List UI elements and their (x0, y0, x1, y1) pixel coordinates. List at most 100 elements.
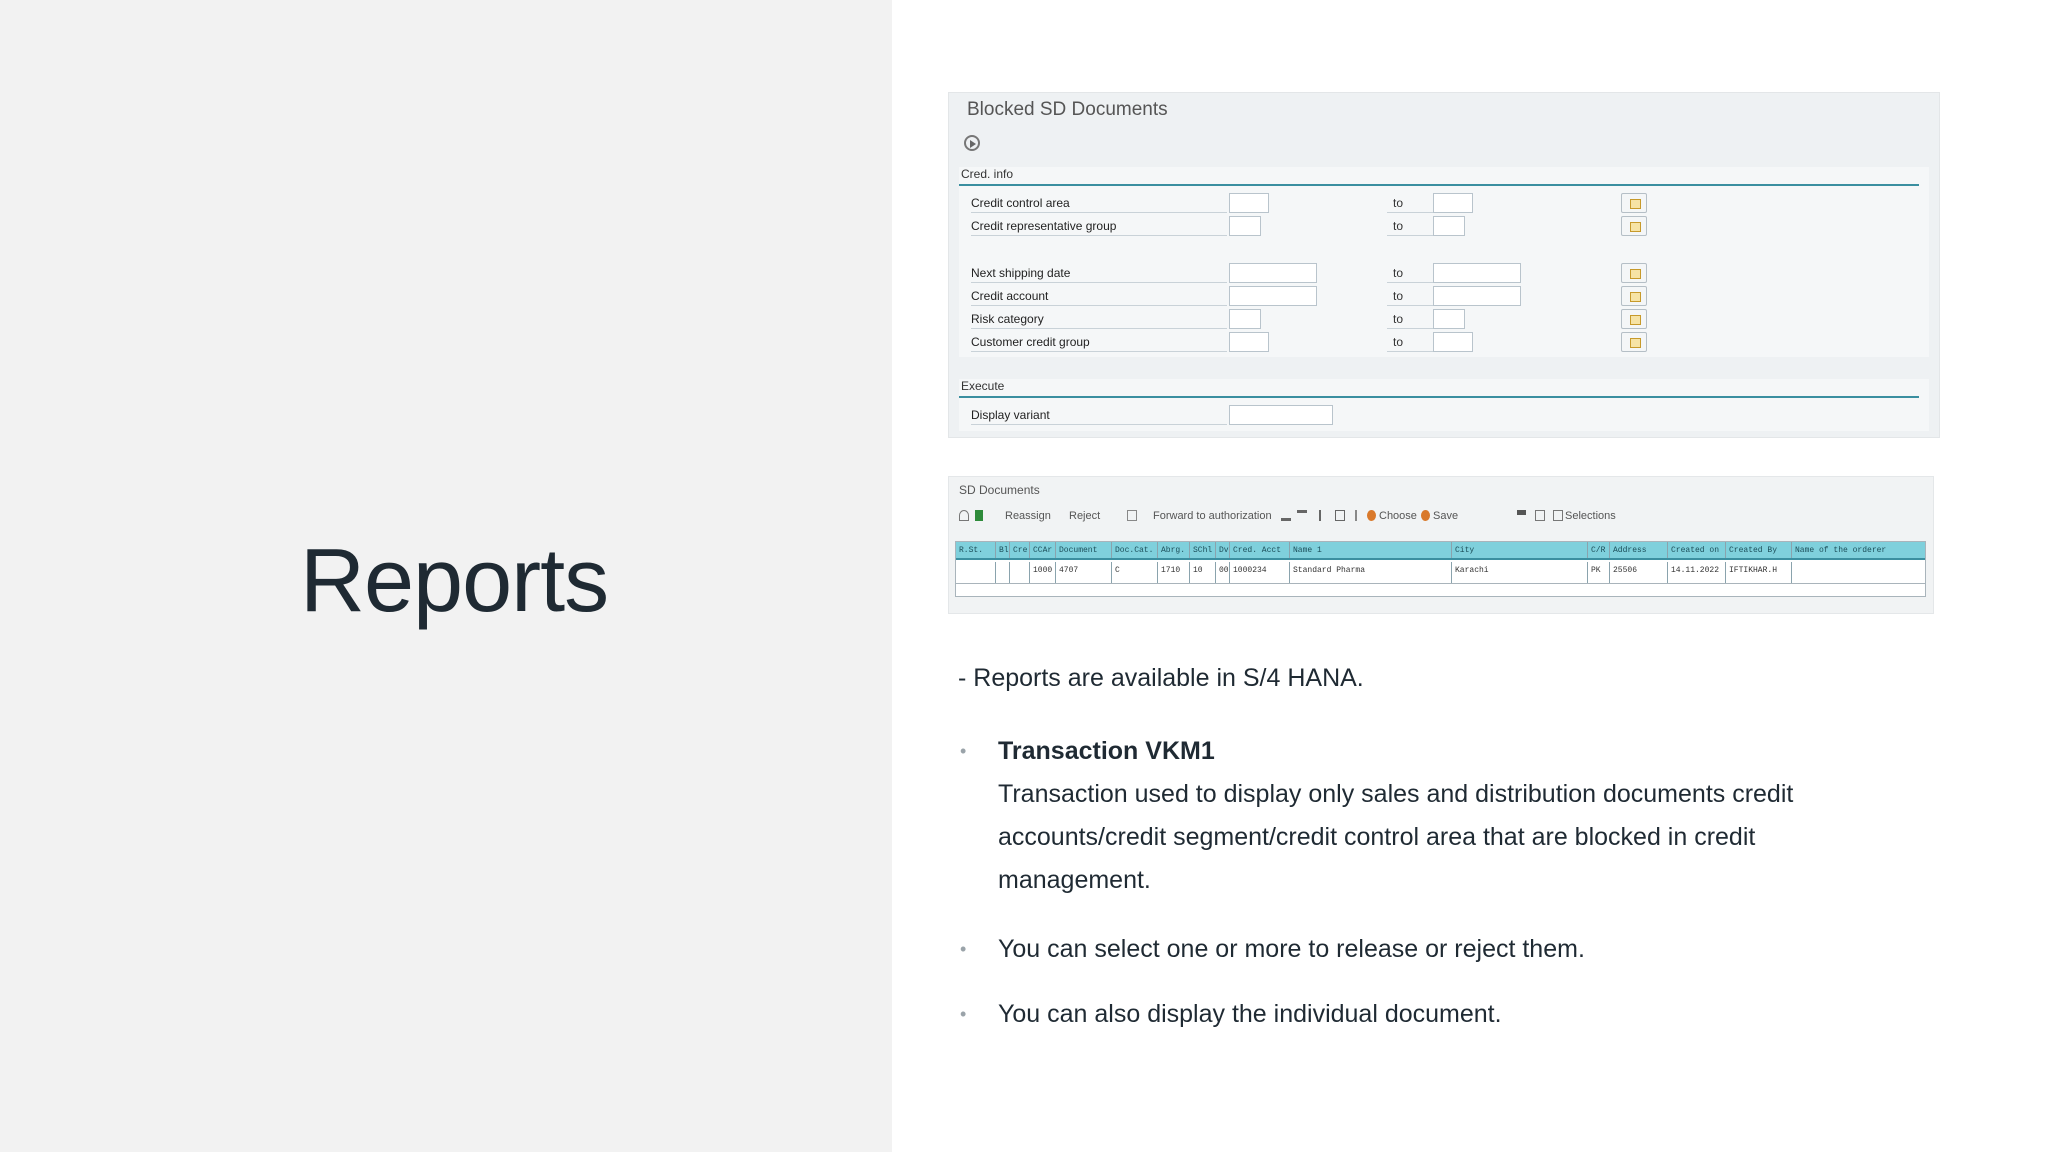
column-header[interactable]: Name 1 (1290, 542, 1452, 558)
column-header[interactable]: CCAr (1030, 542, 1056, 558)
subtotal-icon[interactable] (1335, 510, 1345, 521)
bullet-body: Transaction VKM1 Transaction used to dis… (998, 730, 1878, 902)
table-cell: 14.11.2022 (1668, 562, 1726, 583)
filter-icon[interactable] (1297, 510, 1307, 521)
column-header[interactable]: Dv (1216, 542, 1230, 558)
to-underline (1387, 212, 1437, 213)
column-header[interactable]: Doc.Cat. (1112, 542, 1158, 558)
row-select-checkbox[interactable] (956, 562, 996, 583)
to-label: to (1393, 312, 1404, 326)
reassign-button[interactable]: Reassign (1005, 510, 1051, 522)
from-input[interactable] (1229, 332, 1269, 352)
reject-button[interactable]: Reject (1069, 510, 1100, 522)
selections-button[interactable]: Selections (1565, 510, 1616, 522)
to-input[interactable] (1433, 263, 1521, 283)
document-icon[interactable] (1127, 510, 1137, 521)
from-input[interactable] (1229, 263, 1317, 283)
table-row[interactable]: 1000 4707 C 1710 10 00 1000234 Standard … (956, 562, 1925, 584)
sel-label: Next shipping date (971, 263, 1227, 283)
from-input[interactable] (1229, 309, 1261, 329)
sel-label: Credit representative group (971, 216, 1227, 236)
alv-header-row: R.St. Bl Cre CCAr Document Doc.Cat. Abrg… (956, 542, 1925, 560)
column-header[interactable]: Name of the orderer (1792, 542, 1925, 558)
bullet-text: You can also display the individual docu… (998, 1000, 1502, 1028)
from-input[interactable] (1229, 216, 1261, 236)
multiple-selection-button[interactable] (1621, 216, 1647, 236)
table-cell (1792, 562, 1925, 583)
from-input[interactable] (1229, 193, 1269, 213)
flag-icon[interactable] (975, 510, 983, 521)
multiple-selection-button[interactable] (1621, 263, 1647, 283)
to-input[interactable] (1433, 193, 1473, 213)
table-cell: 1710 (1158, 562, 1190, 583)
to-label: to (1393, 266, 1404, 280)
bullet-dot: • (960, 1004, 967, 1024)
table-cell: Karachi (1452, 562, 1588, 583)
column-header[interactable]: Created By (1726, 542, 1792, 558)
column-header[interactable]: Abrg. (1158, 542, 1190, 558)
sel-row-credit-representative-group: Credit representative group to (971, 216, 1911, 236)
multiple-selection-button[interactable] (1621, 309, 1647, 329)
sel-row-credit-control-area: Credit control area to (971, 193, 1911, 213)
title-panel: Reports (0, 0, 892, 1152)
save-button[interactable]: Save (1433, 510, 1458, 522)
sel-label: Credit account (971, 286, 1227, 306)
bell-icon[interactable] (959, 510, 969, 521)
bullet-text: You can select one or more to release or… (998, 935, 1585, 963)
from-input[interactable] (1229, 286, 1317, 306)
sel-row-risk-category: Risk category to (971, 309, 1911, 329)
sel-row-next-shipping-date: Next shipping date to (971, 263, 1911, 283)
sd-documents-list-screenshot: SD Documents Reassign Reject Forward to … (948, 476, 1934, 614)
to-underline (1387, 351, 1437, 352)
multiple-selection-button[interactable] (1621, 332, 1647, 352)
save-icon[interactable] (1421, 510, 1430, 521)
bullet-body: You can select one or more to release or… (998, 928, 1878, 971)
group-title-execute: Execute (961, 379, 1005, 393)
slide-title: Reports (300, 531, 609, 631)
bullet-body: You can also display the individual docu… (998, 993, 1878, 1036)
column-header[interactable]: Cre (1010, 542, 1030, 558)
alv-toolbar: Reassign Reject Forward to authorization… (957, 507, 1927, 525)
selections-icon[interactable] (1553, 510, 1563, 521)
sum-icon[interactable] (1319, 510, 1329, 521)
cred-info-group: Cred. info Credit control area to Credit… (959, 167, 1929, 357)
column-header[interactable]: City (1452, 542, 1588, 558)
choose-icon[interactable] (1367, 510, 1376, 521)
to-label: to (1393, 335, 1404, 349)
display-variant-input[interactable] (1229, 405, 1333, 425)
column-header[interactable]: Cred. Acct (1230, 542, 1290, 558)
forward-to-authorization-button[interactable]: Forward to authorization (1153, 510, 1272, 522)
column-header[interactable]: Bl (996, 542, 1010, 558)
table-cell (1010, 562, 1030, 583)
funnel-icon[interactable] (1517, 510, 1526, 521)
column-header[interactable]: C/R (1588, 542, 1610, 558)
sel-label: Display variant (971, 405, 1227, 425)
to-input[interactable] (1433, 216, 1465, 236)
to-label: to (1393, 219, 1404, 233)
to-underline (1387, 305, 1437, 306)
column-header[interactable]: SChl (1190, 542, 1216, 558)
multiple-selection-button[interactable] (1621, 286, 1647, 306)
column-header[interactable]: Address (1610, 542, 1668, 558)
to-underline (1387, 282, 1437, 283)
group-divider (959, 396, 1919, 398)
table-cell: C (1112, 562, 1158, 583)
to-input[interactable] (1433, 309, 1465, 329)
separator-icon (1355, 510, 1357, 521)
alv-title: SD Documents (959, 483, 1040, 497)
column-header[interactable]: Document (1056, 542, 1112, 558)
choose-button[interactable]: Choose (1379, 510, 1417, 522)
bullet-heading: Transaction VKM1 (998, 737, 1215, 765)
to-input[interactable] (1433, 332, 1473, 352)
to-input[interactable] (1433, 286, 1521, 306)
to-label: to (1393, 289, 1404, 303)
execute-group: Execute Display variant (959, 379, 1929, 431)
sort-ascending-icon[interactable] (1281, 510, 1291, 521)
multiple-selection-button[interactable] (1621, 193, 1647, 213)
export-icon[interactable] (1535, 510, 1545, 521)
selection-screen-title: Blocked SD Documents (967, 99, 1168, 120)
execute-icon[interactable] (964, 135, 980, 151)
column-header[interactable]: Created on (1668, 542, 1726, 558)
sel-label: Risk category (971, 309, 1227, 329)
column-header[interactable]: R.St. (956, 542, 996, 558)
